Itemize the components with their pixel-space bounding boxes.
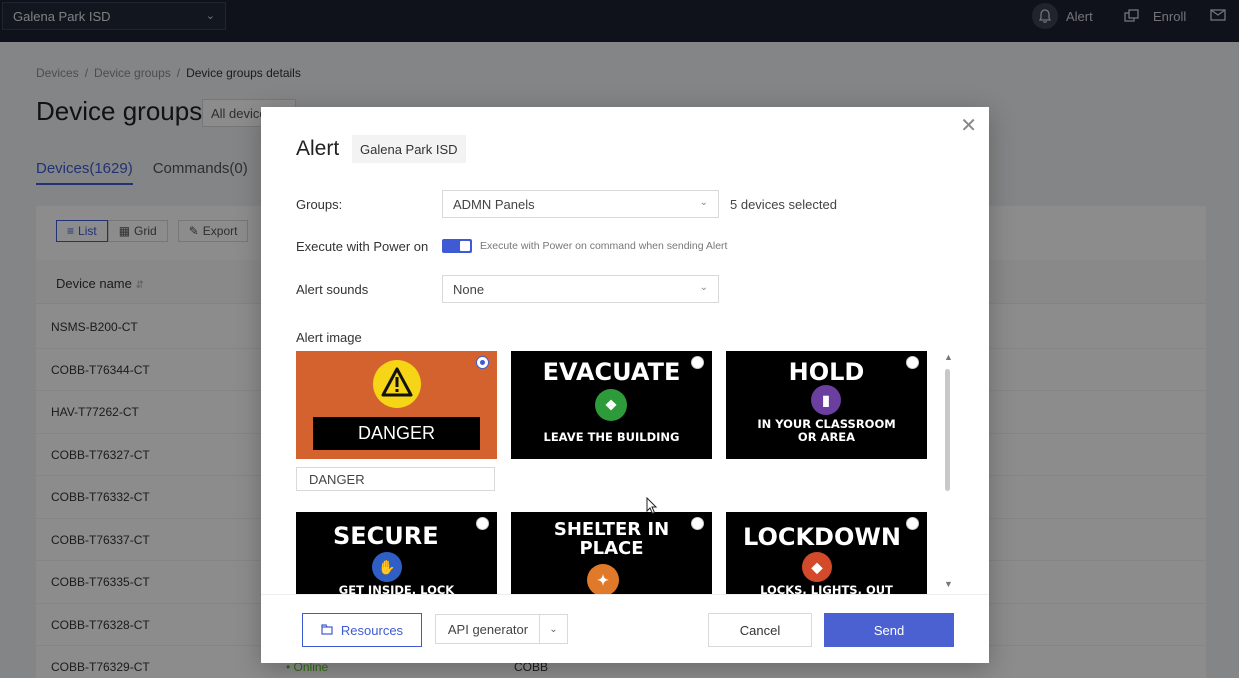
hands-icon: ✋ <box>372 552 402 582</box>
alert-image-shelter[interactable]: SHELTER IN PLACE ✦ <box>511 512 712 594</box>
org-badge: Galena Park ISD <box>352 135 466 163</box>
alert-image-radio-hold[interactable] <box>906 356 919 369</box>
power-toggle[interactable] <box>442 239 472 253</box>
alert-image-radio-evacuate[interactable] <box>691 356 704 369</box>
sounds-select[interactable]: None ⌄ <box>442 275 719 303</box>
resources-label: Resources <box>340 622 404 638</box>
alert-image-label: Alert image <box>296 330 362 345</box>
hold-heading: HOLD <box>788 358 865 386</box>
scroll-up-icon[interactable]: ▲ <box>944 352 953 362</box>
shelter-heading: SHELTER IN PLACE <box>553 519 670 559</box>
chevron-down-icon: ⌄ <box>699 282 708 293</box>
alert-text-input[interactable]: DANGER <box>296 467 495 491</box>
danger-banner: DANGER <box>313 417 480 450</box>
mouse-cursor-icon <box>646 497 658 515</box>
sounds-label: Alert sounds <box>296 282 369 297</box>
person-icon: ✦ <box>587 564 619 594</box>
resources-button[interactable]: Resources <box>302 613 422 647</box>
api-generator-dropdown[interactable]: ⌄ <box>539 614 568 644</box>
api-generator-button[interactable]: API generator <box>435 614 541 644</box>
groups-label: Groups: <box>296 197 343 212</box>
alert-image-radio-lockdown[interactable] <box>906 517 919 530</box>
send-button[interactable]: Send <box>824 613 954 647</box>
scroll-down-icon[interactable]: ▼ <box>944 579 953 589</box>
alert-image-radio-shelter[interactable] <box>691 517 704 530</box>
power-label: Execute with Power on <box>296 239 429 254</box>
lock-icon: ◆ <box>802 552 832 582</box>
alert-image-lockdown[interactable]: LOCKDOWN ◆ LOCKS, LIGHTS, OUT <box>726 512 927 594</box>
evacuate-heading: EVACUATE <box>542 358 681 386</box>
cancel-button[interactable]: Cancel <box>708 613 812 647</box>
modal-footer: Resources API generator ⌄ Cancel Send <box>261 594 989 663</box>
lockdown-subtext: LOCKS, LIGHTS, OUT <box>760 583 893 595</box>
alert-image-danger[interactable]: DANGER <box>296 351 497 459</box>
chevron-down-icon: ⌄ <box>549 623 558 635</box>
modal-title: Alert <box>296 137 340 160</box>
sounds-select-value: None <box>453 282 485 297</box>
alert-image-hold[interactable]: HOLD ▮ IN YOUR CLASSROOM OR AREA <box>726 351 927 459</box>
lockdown-heading: LOCKDOWN <box>743 523 901 551</box>
devices-selected-count: 5 devices selected <box>730 197 837 212</box>
warning-icon <box>373 360 421 408</box>
door-icon: ▮ <box>811 385 841 415</box>
alert-image-radio-secure[interactable] <box>476 517 489 530</box>
alert-image-radio-danger[interactable] <box>476 356 489 369</box>
power-hint: Execute with Power on command when sendi… <box>480 240 728 252</box>
evacuate-subtext: LEAVE THE BUILDING <box>543 430 680 444</box>
alert-image-evacuate[interactable]: EVACUATE ❖ LEAVE THE BUILDING <box>511 351 712 459</box>
groups-select-value: ADMN Panels <box>453 197 535 212</box>
alert-image-gallery: DANGER DANGER EVACUATE ❖ LEAVE THE BUILD… <box>296 351 956 594</box>
secure-heading: SECURE <box>333 522 439 550</box>
hold-subtext: IN YOUR CLASSROOM OR AREA <box>757 417 896 444</box>
alert-image-secure[interactable]: SECURE ✋ GET INSIDE. LOCK <box>296 512 497 594</box>
gallery-scrollbar[interactable]: ▲ ▼ <box>944 352 953 593</box>
people-icon: ❖ <box>595 389 627 421</box>
alert-modal: ✕ Alert Galena Park ISD Groups: ADMN Pan… <box>261 107 989 663</box>
groups-select[interactable]: ADMN Panels ⌄ <box>442 190 719 218</box>
secure-subtext: GET INSIDE. LOCK <box>338 583 455 595</box>
folder-icon <box>321 623 333 638</box>
close-icon[interactable]: ✕ <box>960 116 977 136</box>
chevron-down-icon: ⌄ <box>699 197 708 208</box>
scroll-thumb[interactable] <box>945 369 950 491</box>
